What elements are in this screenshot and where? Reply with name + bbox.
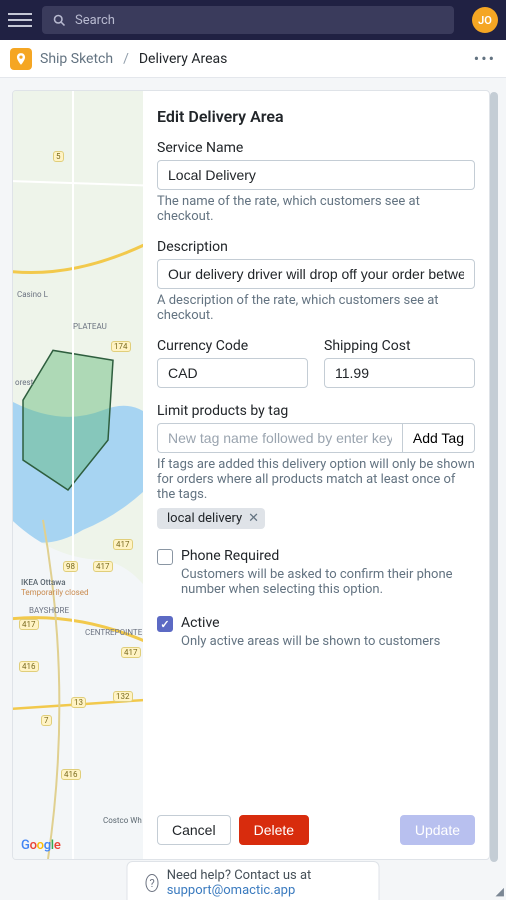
tag-remove-icon[interactable]: ✕ [248,511,259,526]
support-email-link[interactable]: support@omactic.app [167,883,296,898]
search-placeholder: Search [75,13,115,28]
tag-chip: local delivery ✕ [157,508,265,529]
app-icon [10,48,32,70]
map-pane[interactable]: PLATEAU orest Casino L IKEA Ottawa Tempo… [13,91,143,859]
menu-icon[interactable] [8,8,32,32]
map-label-casino: Casino L [17,291,48,300]
map-label-ikea: IKEA Ottawa [21,579,66,588]
map-label-ikea-sub: Temporarily closed [21,589,89,598]
tags-help: If tags are added this delivery option w… [157,457,475,502]
currency-label: Currency Code [157,338,308,354]
active-checkbox[interactable] [157,616,173,632]
update-button[interactable]: Update [400,815,475,845]
phone-help: Customers will be asked to confirm their… [181,567,475,597]
expand-corner-icon[interactable]: ◢ [496,885,504,898]
help-bar: ? Need help? Contact us at support@omact… [127,861,380,900]
panel-title: Edit Delivery Area [157,107,475,126]
form-pane: Edit Delivery Area Service Name The name… [143,91,489,859]
shipping-input[interactable] [324,358,475,388]
currency-input[interactable] [157,358,308,388]
phone-checkbox[interactable] [157,549,173,565]
breadcrumb: Ship Sketch / Delivery Areas ••• [0,40,506,78]
google-logo: Google [21,838,60,853]
tags-label: Limit products by tag [157,403,475,419]
top-bar: Search JO [0,0,506,40]
phone-checkbox-label: Phone Required [181,548,279,564]
breadcrumb-current: Delivery Areas [139,51,228,67]
cancel-button[interactable]: Cancel [157,815,231,845]
active-checkbox-label: Active [181,615,220,631]
breadcrumb-app[interactable]: Ship Sketch [40,51,113,67]
help-icon: ? [146,874,159,892]
map-label-bayshore: BAYSHORE [29,607,69,616]
description-help: A description of the rate, which custome… [157,293,475,323]
map-label-costco: Costco Wh [103,817,142,826]
map-label-centrepoint: CENTREPOINTE [85,629,142,638]
tag-input[interactable] [157,423,402,453]
service-name-help: The name of the rate, which customers se… [157,194,475,224]
overflow-menu-icon[interactable]: ••• [474,49,496,68]
scrollbar[interactable] [490,90,498,888]
map-label-plateau: PLATEAU [73,323,107,332]
search-input[interactable]: Search [42,6,454,34]
add-tag-button[interactable]: Add Tag [402,423,475,453]
active-help: Only active areas will be shown to custo… [181,634,475,649]
map-label-forest: orest [15,379,33,388]
description-label: Description [157,239,475,255]
footer-buttons: Cancel Delete Update [157,815,475,845]
service-name-input[interactable] [157,160,475,190]
search-icon [52,13,67,28]
description-input[interactable] [157,259,475,289]
avatar[interactable]: JO [472,7,498,33]
delete-button[interactable]: Delete [239,815,309,845]
service-name-label: Service Name [157,140,475,156]
edit-card: PLATEAU orest Casino L IKEA Ottawa Tempo… [12,90,490,860]
shipping-label: Shipping Cost [324,338,475,354]
tag-chip-label: local delivery [167,511,242,526]
